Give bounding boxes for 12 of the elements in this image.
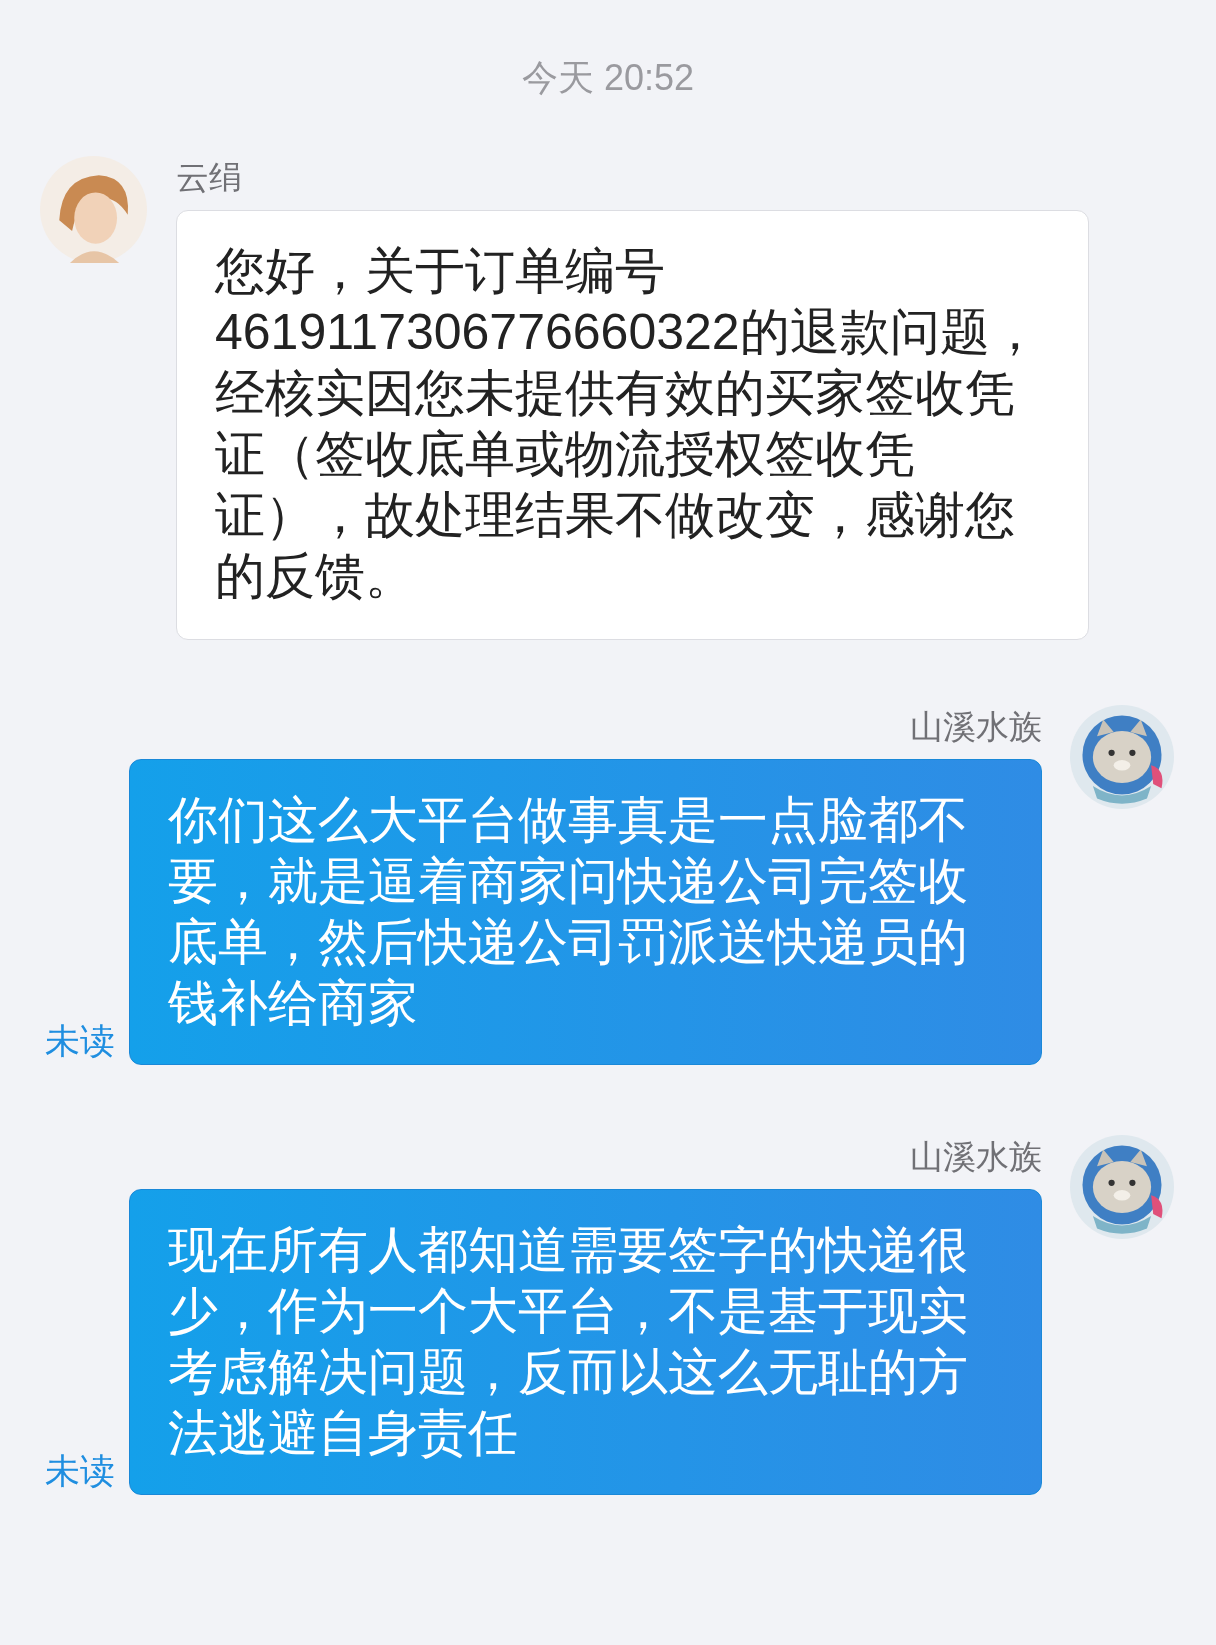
avatar[interactable] <box>1070 1135 1174 1239</box>
timestamp: 今天 20:52 <box>520 56 696 100</box>
message-bubble: 您好，关于订单编号4619117306776660322的退款问题，经核实因您未提供有效的买家签收凭证（签收底单或物流授权签收凭证），故处理结果不做改变，感谢您的反馈。 <box>176 210 1089 640</box>
unread-label: 未读 <box>45 1450 115 1492</box>
unread-label: 未读 <box>45 1020 115 1062</box>
avatar[interactable] <box>40 156 147 263</box>
message-bubble: 你们这么大平台做事真是一点脸都不要，就是逼着商家问快递公司完签收底单，然后快递公司罚派送快递员的钱补给商家 <box>129 759 1042 1065</box>
sender-name: 云绢 <box>176 158 243 198</box>
avatar[interactable] <box>1070 705 1174 809</box>
message-bubble: 现在所有人都知道需要签字的快递很少，作为一个大平台，不是基于现实考虑解决问题，反而以这么无耻的方法逃避自身责任 <box>129 1189 1042 1495</box>
sender-name: 山溪水族 <box>910 1137 1042 1177</box>
sender-name: 山溪水族 <box>910 707 1042 747</box>
